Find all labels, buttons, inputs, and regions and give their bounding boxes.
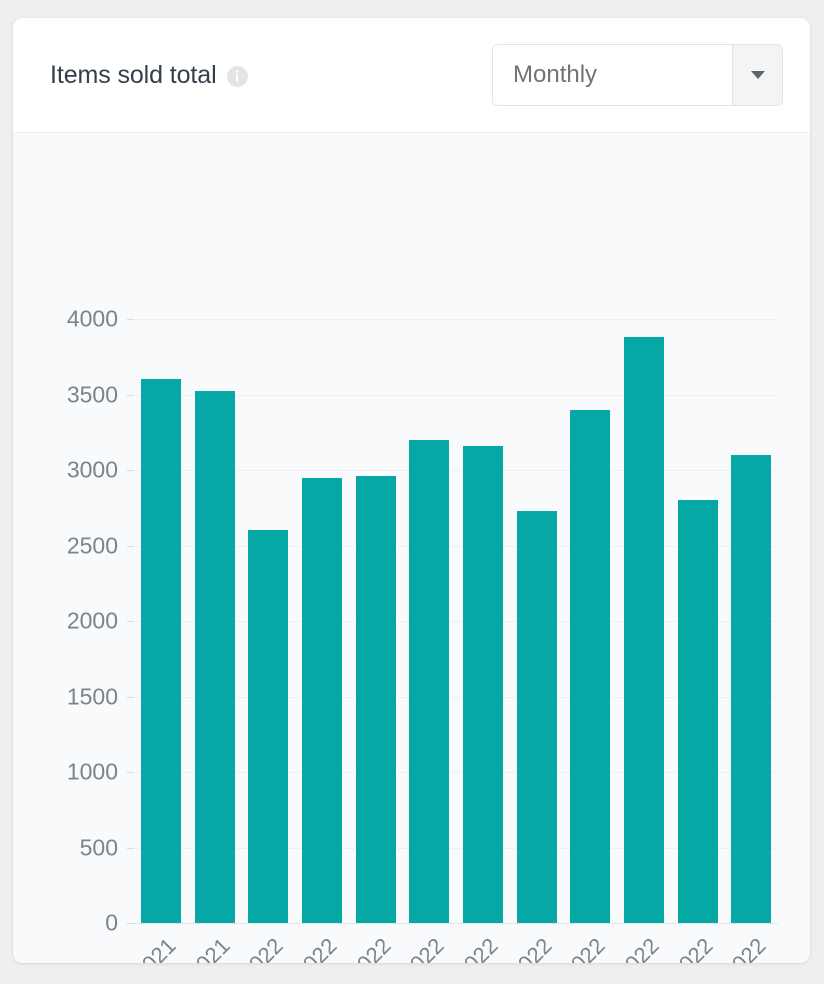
x-axis-labels: Nov 2021Dec 2021Jan 2022Feb 2022Mar 2022… [96, 923, 778, 963]
bar[interactable] [140, 379, 181, 923]
title-group: Items sold total [50, 61, 492, 90]
y-axis-tick-label: 1000 [66, 758, 118, 785]
y-axis-tick-label: 3000 [66, 456, 118, 483]
bar[interactable] [409, 439, 450, 923]
info-icon-stem [235, 73, 239, 82]
chart-area: 0 500 1000 1500 2000 2500 3000 3500 4000 Nov 202… [13, 133, 810, 963]
chevron-down-icon [750, 71, 765, 79]
period-select-value: Monthly [513, 61, 598, 88]
y-axis-tick-mark [127, 319, 134, 320]
bar[interactable] [731, 454, 772, 923]
bar[interactable] [355, 476, 396, 923]
y-axis-tick-mark [127, 394, 134, 396]
y-axis-tick-mark [127, 923, 134, 924]
bar[interactable] [516, 510, 557, 923]
plot-region: 0 500 1000 1500 2000 2500 3000 3500 4000 [67, 306, 778, 936]
y-axis-tick-label: 500 [79, 834, 118, 860]
y-axis-tick-label: 2500 [66, 532, 118, 558]
period-select-arrow-button[interactable] [732, 45, 782, 105]
y-axis-tick-label: 1500 [66, 683, 118, 709]
bar[interactable] [301, 477, 342, 923]
y-axis-tick-mark [127, 847, 134, 849]
y-axis-tick-label: 3500 [66, 381, 118, 407]
y-axis-tick-mark [127, 470, 134, 471]
y-axis-tick-label: 0 [105, 909, 118, 936]
info-icon-dot [235, 70, 239, 73]
x-axis-tick-label: Nov 2021 [85, 933, 181, 963]
y-axis-tick-label: 2000 [66, 607, 118, 634]
y-axis-tick-mark [127, 772, 134, 773]
bar[interactable] [570, 409, 611, 923]
bar[interactable] [248, 530, 289, 923]
period-select[interactable]: Monthly [492, 44, 783, 106]
bar[interactable] [462, 445, 503, 923]
bar[interactable] [623, 337, 664, 923]
info-icon[interactable] [226, 66, 248, 87]
bar[interactable] [677, 500, 718, 923]
items-sold-card: Items sold total Monthly 0 500 1000 1500 200… [13, 18, 810, 963]
bar-series [134, 319, 778, 923]
card-header: Items sold total Monthly [13, 18, 810, 133]
y-axis-tick-mark [127, 545, 134, 547]
y-axis-tick-label: 4000 [66, 305, 118, 332]
y-axis-tick-mark [127, 696, 134, 698]
page-title: Items sold total [50, 60, 217, 89]
y-axis-tick-mark [127, 621, 134, 622]
bar[interactable] [194, 391, 235, 923]
